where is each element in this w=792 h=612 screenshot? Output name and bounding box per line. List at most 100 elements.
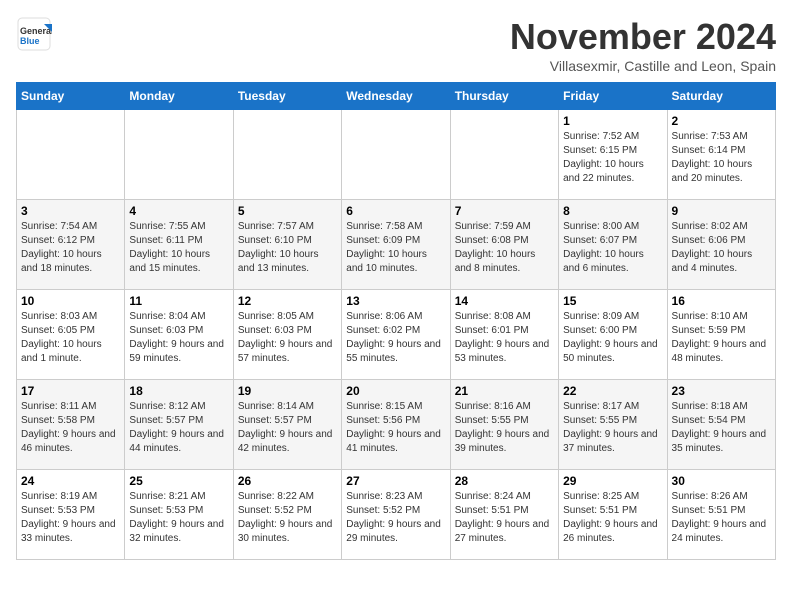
calendar-day-17: 17Sunrise: 8:11 AM Sunset: 5:58 PM Dayli… (17, 380, 125, 470)
day-info: Sunrise: 8:24 AM Sunset: 5:51 PM Dayligh… (455, 490, 554, 546)
weekday-header-wednesday: Wednesday (342, 83, 450, 110)
day-number: 1 (563, 114, 662, 128)
weekday-header-tuesday: Tuesday (233, 83, 341, 110)
calendar-day-23: 23Sunrise: 8:18 AM Sunset: 5:54 PM Dayli… (667, 380, 775, 470)
day-info: Sunrise: 8:10 AM Sunset: 5:59 PM Dayligh… (672, 310, 771, 366)
logo: General Blue (16, 16, 52, 52)
day-number: 18 (129, 384, 228, 398)
day-info: Sunrise: 8:09 AM Sunset: 6:00 PM Dayligh… (563, 310, 662, 366)
weekday-header-row: SundayMondayTuesdayWednesdayThursdayFrid… (17, 83, 776, 110)
calendar-day-25: 25Sunrise: 8:21 AM Sunset: 5:53 PM Dayli… (125, 470, 233, 560)
day-info: Sunrise: 7:54 AM Sunset: 6:12 PM Dayligh… (21, 220, 120, 276)
calendar-day-21: 21 Sunrise: 8:16 AM Sunset: 5:55 PM Dayli… (450, 380, 558, 470)
calendar-week-3: 10 Sunrise: 8:03 AM Sunset: 6:05 PM Dayli… (17, 290, 776, 380)
month-title: November 2024 (510, 16, 776, 58)
day-number: 30 (672, 474, 771, 488)
calendar-day-3: 3Sunrise: 7:54 AM Sunset: 6:12 PM Daylig… (17, 200, 125, 290)
calendar-day-27: 27Sunrise: 8:23 AM Sunset: 5:52 PM Dayli… (342, 470, 450, 560)
calendar-day-10: 10 Sunrise: 8:03 AM Sunset: 6:05 PM Dayli… (17, 290, 125, 380)
day-info: Sunrise: 8:18 AM Sunset: 5:54 PM Dayligh… (672, 400, 771, 456)
calendar-week-4: 17Sunrise: 8:11 AM Sunset: 5:58 PM Dayli… (17, 380, 776, 470)
day-number: 7 (455, 204, 554, 218)
calendar-day-13: 13 Sunrise: 8:06 AM Sunset: 6:02 PM Dayli… (342, 290, 450, 380)
day-number: 4 (129, 204, 228, 218)
calendar-day-19: 19Sunrise: 8:14 AM Sunset: 5:57 PM Dayli… (233, 380, 341, 470)
calendar-day-empty (450, 110, 558, 200)
day-info: Sunrise: 7:57 AM Sunset: 6:10 PM Dayligh… (238, 220, 337, 276)
calendar-day-5: 5 Sunrise: 7:57 AM Sunset: 6:10 PM Daylig… (233, 200, 341, 290)
day-info: Sunrise: 8:22 AM Sunset: 5:52 PM Dayligh… (238, 490, 337, 546)
day-info: Sunrise: 8:12 AM Sunset: 5:57 PM Dayligh… (129, 400, 228, 456)
day-info: Sunrise: 8:05 AM Sunset: 6:03 PM Dayligh… (238, 310, 337, 366)
day-info: Sunrise: 7:58 AM Sunset: 6:09 PM Dayligh… (346, 220, 445, 276)
weekday-header-sunday: Sunday (17, 83, 125, 110)
day-number: 11 (129, 294, 228, 308)
calendar-day-22: 22 Sunrise: 8:17 AM Sunset: 5:55 PM Dayli… (559, 380, 667, 470)
calendar-week-2: 3Sunrise: 7:54 AM Sunset: 6:12 PM Daylig… (17, 200, 776, 290)
day-info: Sunrise: 8:26 AM Sunset: 5:51 PM Dayligh… (672, 490, 771, 546)
calendar-day-18: 18 Sunrise: 8:12 AM Sunset: 5:57 PM Dayli… (125, 380, 233, 470)
day-info: Sunrise: 8:15 AM Sunset: 5:56 PM Dayligh… (346, 400, 445, 456)
day-number: 10 (21, 294, 120, 308)
day-number: 27 (346, 474, 445, 488)
day-info: Sunrise: 8:19 AM Sunset: 5:53 PM Dayligh… (21, 490, 120, 546)
day-number: 22 (563, 384, 662, 398)
svg-text:Blue: Blue (20, 36, 40, 46)
calendar-day-14: 14Sunrise: 8:08 AM Sunset: 6:01 PM Dayli… (450, 290, 558, 380)
weekday-header-friday: Friday (559, 83, 667, 110)
day-number: 15 (563, 294, 662, 308)
day-number: 8 (563, 204, 662, 218)
calendar-day-12: 12 Sunrise: 8:05 AM Sunset: 6:03 PM Dayli… (233, 290, 341, 380)
day-info: Sunrise: 7:59 AM Sunset: 6:08 PM Dayligh… (455, 220, 554, 276)
day-info: Sunrise: 7:52 AM Sunset: 6:15 PM Dayligh… (563, 130, 662, 186)
calendar-day-24: 24 Sunrise: 8:19 AM Sunset: 5:53 PM Dayli… (17, 470, 125, 560)
day-number: 19 (238, 384, 337, 398)
day-number: 24 (21, 474, 120, 488)
day-number: 28 (455, 474, 554, 488)
weekday-header-monday: Monday (125, 83, 233, 110)
day-info: Sunrise: 8:03 AM Sunset: 6:05 PM Dayligh… (21, 310, 120, 366)
day-number: 16 (672, 294, 771, 308)
day-number: 6 (346, 204, 445, 218)
calendar-day-15: 15 Sunrise: 8:09 AM Sunset: 6:00 PM Dayli… (559, 290, 667, 380)
calendar-day-empty (17, 110, 125, 200)
calendar-day-empty (233, 110, 341, 200)
day-info: Sunrise: 8:02 AM Sunset: 6:06 PM Dayligh… (672, 220, 771, 276)
day-number: 13 (346, 294, 445, 308)
day-info: Sunrise: 7:55 AM Sunset: 6:11 PM Dayligh… (129, 220, 228, 276)
day-info: Sunrise: 8:00 AM Sunset: 6:07 PM Dayligh… (563, 220, 662, 276)
day-info: Sunrise: 8:06 AM Sunset: 6:02 PM Dayligh… (346, 310, 445, 366)
calendar-week-1: 1 Sunrise: 7:52 AM Sunset: 6:15 PM Daylig… (17, 110, 776, 200)
calendar-week-5: 24 Sunrise: 8:19 AM Sunset: 5:53 PM Dayli… (17, 470, 776, 560)
calendar-day-4: 4 Sunrise: 7:55 AM Sunset: 6:11 PM Daylig… (125, 200, 233, 290)
day-info: Sunrise: 8:04 AM Sunset: 6:03 PM Dayligh… (129, 310, 228, 366)
calendar-day-2: 2Sunrise: 7:53 AM Sunset: 6:14 PM Daylig… (667, 110, 775, 200)
logo-icon: General Blue (16, 16, 52, 52)
weekday-header-saturday: Saturday (667, 83, 775, 110)
day-number: 5 (238, 204, 337, 218)
calendar-day-11: 11 Sunrise: 8:04 AM Sunset: 6:03 PM Dayli… (125, 290, 233, 380)
calendar-day-1: 1 Sunrise: 7:52 AM Sunset: 6:15 PM Daylig… (559, 110, 667, 200)
day-number: 29 (563, 474, 662, 488)
header: General Blue November 2024 Villasexmir, … (16, 16, 776, 74)
calendar-day-26: 26 Sunrise: 8:22 AM Sunset: 5:52 PM Dayli… (233, 470, 341, 560)
day-number: 9 (672, 204, 771, 218)
calendar-day-29: 29 Sunrise: 8:25 AM Sunset: 5:51 PM Dayli… (559, 470, 667, 560)
calendar-day-empty (342, 110, 450, 200)
calendar-day-8: 8 Sunrise: 8:00 AM Sunset: 6:07 PM Daylig… (559, 200, 667, 290)
calendar-day-7: 7 Sunrise: 7:59 AM Sunset: 6:08 PM Daylig… (450, 200, 558, 290)
calendar-body: 1 Sunrise: 7:52 AM Sunset: 6:15 PM Daylig… (17, 110, 776, 560)
day-number: 20 (346, 384, 445, 398)
day-number: 12 (238, 294, 337, 308)
location-subtitle: Villasexmir, Castille and Leon, Spain (510, 58, 776, 74)
day-info: Sunrise: 8:17 AM Sunset: 5:55 PM Dayligh… (563, 400, 662, 456)
calendar-table: SundayMondayTuesdayWednesdayThursdayFrid… (16, 82, 776, 560)
day-info: Sunrise: 8:25 AM Sunset: 5:51 PM Dayligh… (563, 490, 662, 546)
calendar-day-9: 9 Sunrise: 8:02 AM Sunset: 6:06 PM Daylig… (667, 200, 775, 290)
calendar-day-6: 6 Sunrise: 7:58 AM Sunset: 6:09 PM Daylig… (342, 200, 450, 290)
day-number: 21 (455, 384, 554, 398)
day-info: Sunrise: 8:16 AM Sunset: 5:55 PM Dayligh… (455, 400, 554, 456)
calendar-day-30: 30 Sunrise: 8:26 AM Sunset: 5:51 PM Dayli… (667, 470, 775, 560)
day-number: 14 (455, 294, 554, 308)
day-number: 26 (238, 474, 337, 488)
